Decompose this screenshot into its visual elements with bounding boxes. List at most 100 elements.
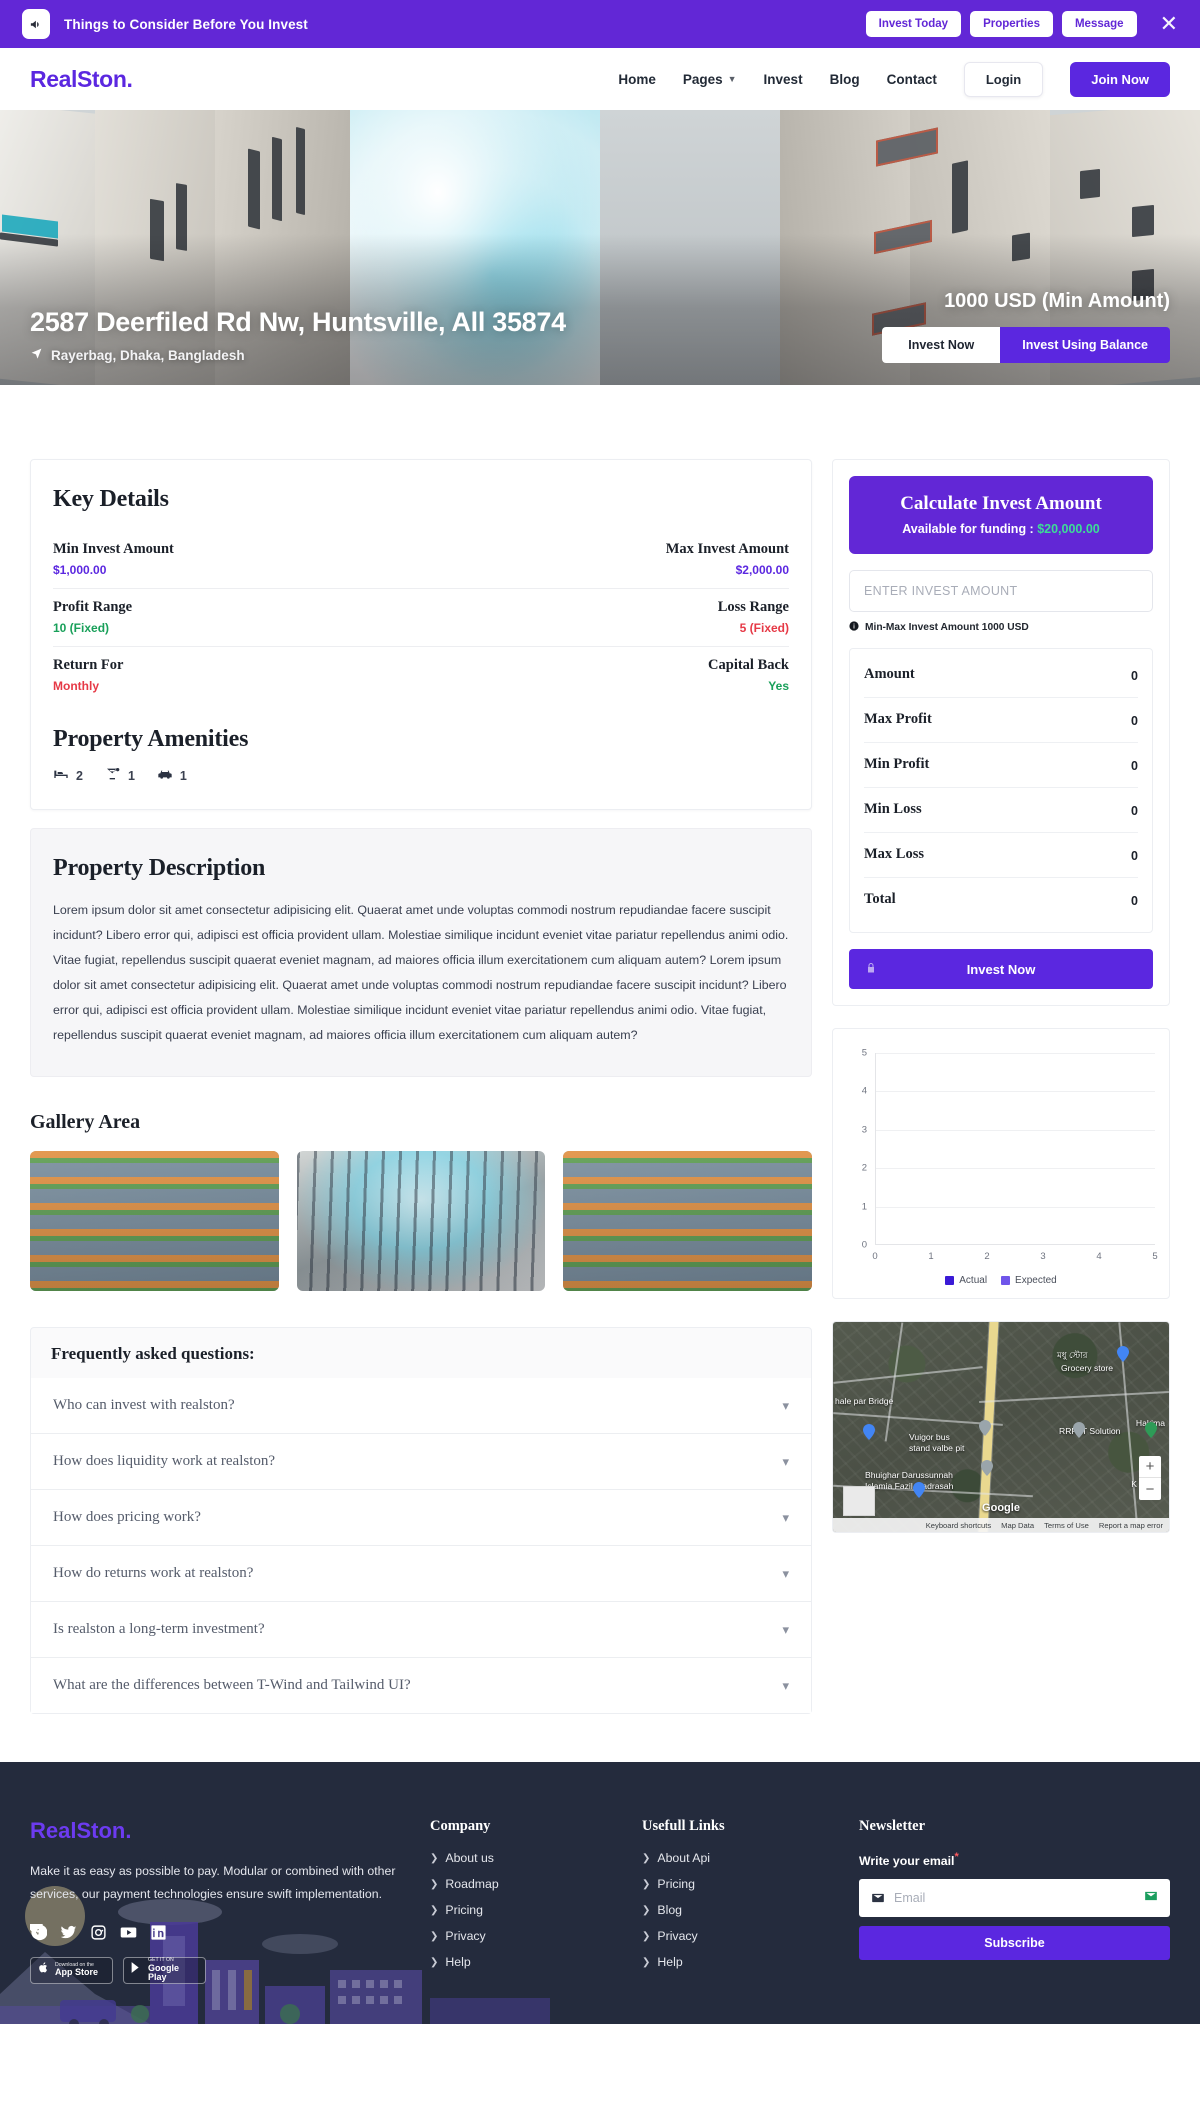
send-mail-icon[interactable] <box>1144 1889 1158 1908</box>
faq-question: How do returns work at realston? <box>53 1565 254 1582</box>
map-pin-icon[interactable] <box>979 1420 991 1436</box>
map-pin-icon[interactable] <box>863 1424 875 1440</box>
map-data[interactable]: Map Data <box>1001 1521 1034 1530</box>
map-terms-of-use[interactable]: Terms of Use <box>1044 1521 1089 1530</box>
invest-amount-input[interactable] <box>849 570 1153 612</box>
footer-link-blog[interactable]: ❯ Blog <box>642 1903 837 1917</box>
map-zoom-in-button[interactable]: + <box>1139 1456 1161 1478</box>
table-row: Total 0 <box>864 878 1138 922</box>
table-row: Min Profit 0 <box>864 743 1138 788</box>
faq-question: How does liquidity work at realston? <box>53 1453 276 1470</box>
footer-link-pricing[interactable]: ❯ Pricing <box>430 1903 620 1917</box>
footer-brand-name: RealSton <box>30 1818 126 1844</box>
map-pin-icon[interactable] <box>981 1460 993 1476</box>
facebook-icon[interactable] <box>30 1923 47 1941</box>
legend-swatch-actual <box>945 1276 955 1285</box>
megaphone-icon <box>22 9 50 39</box>
youtube-icon[interactable] <box>120 1924 137 1941</box>
car-icon <box>157 766 173 785</box>
chart-x-tick-1: 1 <box>928 1251 934 1262</box>
chart-y-tick-3: 3 <box>861 1124 867 1136</box>
footer-about-text: Make it as easy as possible to pay. Modu… <box>30 1864 396 1902</box>
faq-item-0[interactable]: Who can invest with realston? ▾ <box>31 1378 811 1435</box>
nav-item-home[interactable]: Home <box>618 72 656 87</box>
subscribe-button[interactable]: Subscribe <box>859 1926 1170 1961</box>
newsletter-email-input[interactable] <box>894 1891 1135 1906</box>
map-zoom-out-button[interactable]: − <box>1139 1478 1161 1500</box>
table-row: Return For Monthly Capital Back Yes <box>53 647 789 704</box>
min-invest-amount-value: $1,000.00 <box>53 563 107 577</box>
gallery-grid <box>30 1151 812 1292</box>
brand-logo[interactable]: RealSton. <box>30 66 133 93</box>
footer-app-stores: Download on the App Store GET IT ON Goog… <box>30 1956 408 1984</box>
nav-item-pages[interactable]: Pages ▼ <box>683 72 737 87</box>
google-logo: Google <box>982 1502 1020 1514</box>
nav-item-pages-label: Pages <box>682 71 723 87</box>
login-button[interactable]: Login <box>963 61 1044 97</box>
calculator-invest-now-button[interactable]: Invest Now <box>849 949 1153 989</box>
hero-invest-using-balance-button[interactable]: Invest Using Balance <box>1000 327 1170 363</box>
page-title: 2587 Deerfiled Rd Nw, Huntsville, All 35… <box>30 307 566 337</box>
nav-item-invest[interactable]: Invest <box>764 72 803 87</box>
linkedin-icon[interactable] <box>150 1924 167 1941</box>
envelope-icon <box>872 1894 884 1903</box>
faq-item-3[interactable]: How do returns work at realston? ▾ <box>31 1546 811 1603</box>
chevron-down-icon: ▾ <box>782 1565 789 1581</box>
location-map[interactable]: hale par Bridge Vuigor bus stand valbe p… <box>832 1321 1170 1533</box>
footer-link-about-us[interactable]: ❯ About us <box>430 1851 620 1865</box>
nav-item-blog[interactable]: Blog <box>830 72 860 87</box>
footer-link-pricing-2[interactable]: ❯ Pricing <box>642 1877 837 1891</box>
map-thumbnail-toggle[interactable] <box>843 1486 875 1516</box>
bed-icon <box>53 766 69 785</box>
gallery-image-2[interactable] <box>296 1151 546 1292</box>
footer-link-privacy-2[interactable]: ❯ Privacy <box>642 1929 837 1943</box>
invest-today-button[interactable]: Invest Today <box>865 11 962 37</box>
chart-x-tick-5: 5 <box>1152 1251 1158 1262</box>
map-pin-icon[interactable] <box>913 1482 925 1498</box>
message-button[interactable]: Message <box>1061 11 1137 37</box>
footer-link-privacy[interactable]: ❯ Privacy <box>430 1929 620 1943</box>
footer-link-roadmap[interactable]: ❯ Roadmap <box>430 1877 620 1891</box>
footer-link-help[interactable]: ❯ Help <box>430 1955 620 1969</box>
max-profit-label: Max Profit <box>864 711 932 727</box>
map-keyboard-shortcuts[interactable]: Keyboard shortcuts <box>926 1521 991 1530</box>
profit-range-value: 10 (Fixed) <box>53 621 110 635</box>
faq-item-5[interactable]: What are the differences between T-Wind … <box>31 1658 811 1713</box>
join-now-button[interactable]: Join Now <box>1070 61 1170 97</box>
nav-item-contact[interactable]: Contact <box>887 72 937 87</box>
hero-invest-now-button[interactable]: Invest Now <box>882 327 1001 363</box>
footer-link-about-api[interactable]: ❯ About Api <box>642 1851 837 1865</box>
gallery-image-1[interactable] <box>30 1151 279 1292</box>
footer-link-label: Privacy <box>657 1929 698 1944</box>
close-icon[interactable]: ✕ <box>1160 13 1178 35</box>
legend-item-expected[interactable]: Expected <box>1001 1275 1057 1286</box>
map-pin-icon[interactable] <box>1073 1422 1085 1438</box>
legend-item-actual[interactable]: Actual <box>945 1275 987 1286</box>
chart-y-tick-5: 5 <box>861 1047 867 1059</box>
faq-item-2[interactable]: How does pricing work? ▾ <box>31 1490 811 1547</box>
twitter-icon[interactable] <box>60 1924 77 1941</box>
instagram-icon[interactable] <box>90 1924 107 1941</box>
google-play-badge[interactable]: GET IT ON Google Play <box>123 1956 206 1984</box>
faq-item-4[interactable]: Is realston a long-term investment? ▾ <box>31 1602 811 1659</box>
app-store-text: Download on the App Store <box>55 1962 98 1978</box>
table-row: Min Loss 0 <box>864 788 1138 833</box>
chevron-down-icon: ▾ <box>782 1509 789 1525</box>
footer-logo[interactable]: RealSton. <box>30 1818 408 1844</box>
min-max-note-text: Min-Max Invest Amount 1000 USD <box>865 622 1029 633</box>
key-details-cell: Loss Range 5 (Fixed) <box>718 599 789 635</box>
map-report-error[interactable]: Report a map error <box>1099 1521 1163 1530</box>
faq-header: Frequently asked questions: <box>31 1328 811 1378</box>
map-pin-icon[interactable] <box>1117 1346 1129 1362</box>
faq-item-1[interactable]: How does liquidity work at realston? ▾ <box>31 1434 811 1491</box>
gallery-image-3[interactable] <box>563 1151 812 1292</box>
footer-link-help-2[interactable]: ❯ Help <box>642 1955 837 1969</box>
hero-location: Rayerbag, Dhaka, Bangladesh <box>30 347 566 363</box>
google-play-small: GET IT ON <box>148 1957 174 1964</box>
map-pin-icon[interactable] <box>1145 1422 1157 1438</box>
calculator-invest-now-label: Invest Now <box>966 961 1036 977</box>
chart-plot: 5 4 3 2 1 0 0 1 2 3 4 5 <box>862 1048 1158 1263</box>
app-store-badge[interactable]: Download on the App Store <box>30 1956 113 1984</box>
nav-links: Home Pages ▼ Invest Blog Contact Login J… <box>618 61 1170 97</box>
properties-button[interactable]: Properties <box>970 11 1053 37</box>
